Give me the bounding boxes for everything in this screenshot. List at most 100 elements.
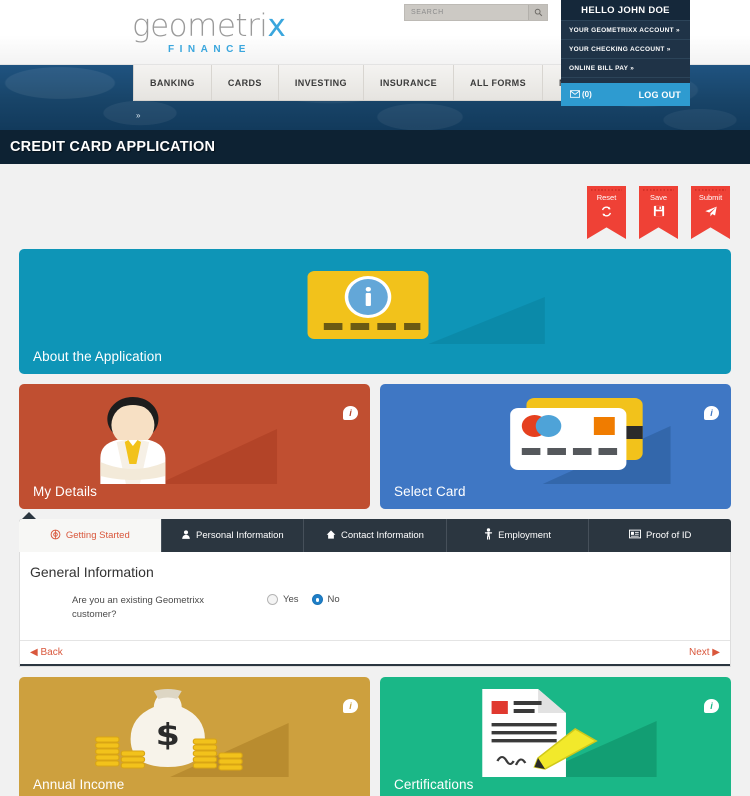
search-box[interactable] (404, 4, 548, 21)
reset-label: Reset (596, 193, 617, 202)
info-badge-annual-income[interactable]: i (343, 699, 358, 713)
submit-label: Submit (698, 193, 723, 202)
radio-existing-customer-yes[interactable] (267, 594, 278, 605)
worker-glyph (485, 528, 493, 540)
floppy-disk-icon (639, 205, 678, 220)
radio-existing-customer-no[interactable] (311, 594, 323, 605)
panel-row-bottom: $ i Annual Income i Certifications (19, 677, 731, 796)
paper-plane-icon (691, 205, 730, 221)
tab-footer-navigation: ◀ Back Next ▶ (20, 640, 730, 666)
site-logo[interactable]: geometrix FINANCE (132, 8, 286, 55)
panel-title-my-details: My Details (33, 484, 98, 499)
logo-word-accent: x (267, 8, 286, 44)
page-title: CREDIT CARD APPLICATION (10, 139, 216, 155)
target-icon (50, 529, 61, 543)
tab-label-contact-information: Contact Information (341, 530, 424, 541)
radio-group-existing-customer: Yes No (222, 594, 348, 605)
panel-certifications[interactable]: i Certifications (380, 677, 731, 796)
info-badge-certifications[interactable]: i (704, 699, 719, 713)
back-button[interactable]: ◀ Back (30, 647, 63, 658)
main-navigation: BANKING CARDS INVESTING INSURANCE ALL FO… (133, 65, 628, 101)
radio-label-yes: Yes (283, 594, 299, 605)
panel-annual-income[interactable]: $ i Annual Income (19, 677, 370, 796)
logo-word-main: geometri (132, 8, 268, 44)
mail-indicator[interactable]: (0) (570, 89, 592, 100)
panel-title-about: About the Application (33, 349, 162, 364)
nav-item-insurance[interactable]: INSURANCE (364, 65, 455, 100)
tab-panel-getting-started: General Information Are you an existing … (19, 552, 731, 667)
page-content: Reset Save Submit About the Application … (0, 164, 750, 796)
tab-employment[interactable]: Employment (447, 519, 590, 552)
nav-item-banking[interactable]: BANKING (134, 65, 212, 100)
tab-label-proof-of-id: Proof of ID (645, 530, 692, 541)
radio-label-no: No (327, 594, 340, 605)
tab-list: Getting Started Personal Information Con… (19, 519, 731, 552)
credit-card-application-page: geometrix FINANCE HELLO JOHN DOE YOUR GE… (0, 0, 750, 796)
magnifier-glyph (534, 8, 542, 17)
tab-proof-of-id[interactable]: Proof of ID (589, 519, 731, 552)
ribbon-perforation (591, 188, 622, 191)
logo-wordmark: geometrix (132, 8, 286, 44)
tab-caret-indicator (22, 512, 36, 519)
save-label: Save (649, 193, 668, 202)
panel-select-card[interactable]: i Select Card (380, 384, 731, 509)
panel-about-the-application[interactable]: About the Application (19, 249, 731, 374)
section-title-general-information: General Information (30, 564, 154, 580)
save-button[interactable]: Save (639, 186, 678, 239)
account-menu-item-billpay[interactable]: ONLINE BILL PAY » (561, 58, 690, 77)
envelope-glyph (570, 89, 580, 98)
panel-title-annual-income: Annual Income (33, 777, 125, 792)
tab-contact-information[interactable]: Contact Information (304, 519, 447, 552)
reset-button[interactable]: Reset (587, 186, 626, 239)
tab-label-employment: Employment (498, 530, 551, 541)
tab-personal-information[interactable]: Personal Information (162, 519, 305, 552)
tab-label-personal-information: Personal Information (196, 530, 284, 541)
envelope-icon (570, 89, 580, 100)
logo-subtitle: FINANCE (168, 44, 251, 55)
form-row-existing-customer: Are you an existing Geometrixx customer?… (20, 580, 730, 640)
question-label-existing-customer: Are you an existing Geometrixx customer? (72, 595, 205, 620)
svg-text:$: $ (156, 717, 180, 752)
account-greeting: HELLO JOHN DOE (561, 0, 690, 20)
panel-my-details[interactable]: i My Details (19, 384, 370, 509)
ribbon-perforation (643, 188, 674, 191)
nav-item-cards[interactable]: CARDS (212, 65, 279, 100)
next-button[interactable]: Next ▶ (689, 647, 720, 658)
id-card-icon (628, 529, 641, 542)
home-glyph (326, 529, 336, 539)
refresh-icon (587, 205, 626, 221)
refresh-glyph (601, 206, 612, 217)
logout-button[interactable]: LOG OUT (639, 90, 681, 100)
nav-item-investing[interactable]: INVESTING (279, 65, 364, 100)
search-input[interactable] (405, 9, 528, 16)
floppy-glyph (653, 205, 664, 217)
ribbon-perforation (695, 188, 726, 191)
page-title-band: CREDIT CARD APPLICATION (0, 130, 750, 164)
application-panels-bottom: $ i Annual Income i Certifications (0, 677, 750, 796)
worker-icon (484, 528, 493, 543)
target-glyph (50, 529, 61, 539)
info-badge-my-details[interactable]: i (343, 406, 358, 420)
application-panels: About the Application i My Details i Sel… (0, 249, 750, 509)
search-icon[interactable] (528, 5, 547, 20)
account-menu-item-geometrixx[interactable]: YOUR GEOMETRIXX ACCOUNT » (561, 20, 690, 39)
submit-button[interactable]: Submit (691, 186, 730, 239)
tab-getting-started[interactable]: Getting Started (19, 519, 162, 552)
mail-count: (0) (582, 90, 592, 99)
logout-bar: (0) LOG OUT (561, 83, 690, 106)
person-icon (181, 529, 191, 543)
person-glyph (182, 529, 190, 539)
form-tab-widget: Getting Started Personal Information Con… (19, 512, 731, 667)
panel-row-middle: i My Details i Select Card (19, 384, 731, 509)
form-action-ribbons: Reset Save Submit (0, 164, 750, 239)
id-card-glyph (628, 529, 641, 539)
panel-title-select-card: Select Card (394, 484, 466, 499)
info-badge-select-card[interactable]: i (704, 406, 719, 420)
account-menu-item-checking[interactable]: YOUR CHECKING ACCOUNT » (561, 39, 690, 58)
paper-plane-glyph (704, 206, 717, 217)
account-dropdown[interactable]: HELLO JOHN DOE YOUR GEOMETRIXX ACCOUNT »… (561, 0, 690, 96)
nav-item-all-forms[interactable]: ALL FORMS (454, 65, 543, 100)
tab-label-getting-started: Getting Started (65, 530, 130, 541)
home-icon (326, 529, 336, 543)
breadcrumb[interactable]: » (136, 111, 140, 120)
